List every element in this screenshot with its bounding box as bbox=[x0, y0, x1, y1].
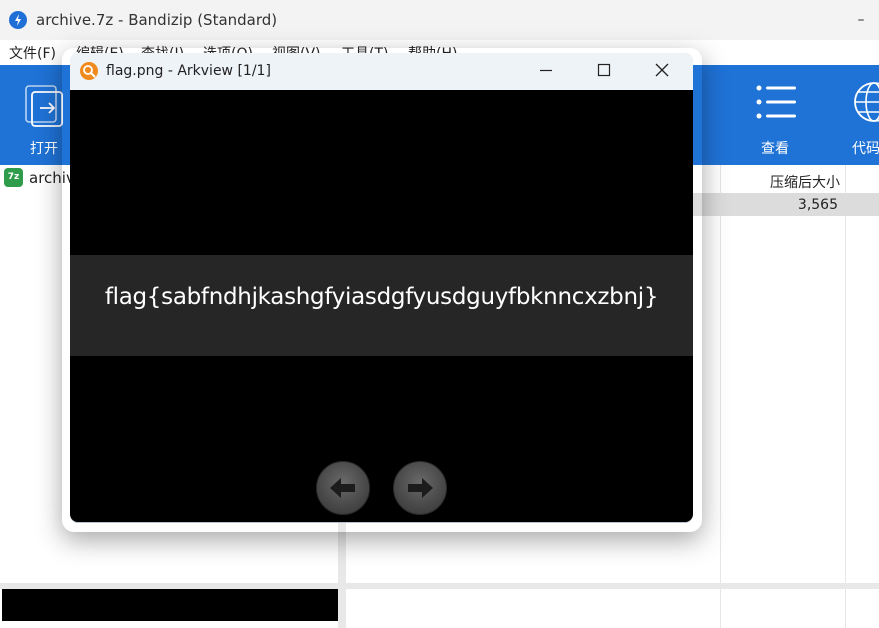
globe-icon[interactable] bbox=[850, 80, 879, 126]
code-button-label[interactable]: 代码 bbox=[852, 138, 879, 158]
column-divider[interactable] bbox=[720, 165, 721, 628]
7z-archive-icon: 7z bbox=[4, 168, 23, 187]
list-view-icon[interactable] bbox=[752, 80, 800, 124]
arrow-left-icon bbox=[330, 478, 355, 498]
next-image-button[interactable] bbox=[393, 461, 447, 515]
arkview-magnifier-icon bbox=[80, 62, 98, 80]
open-button-label[interactable]: 打开 bbox=[30, 138, 58, 158]
view-button-label[interactable]: 查看 bbox=[761, 138, 789, 158]
flag-image-text: flag{sabfndhjkashgfyiasdgfyusdguyfbknncx… bbox=[104, 284, 659, 310]
minimize-button[interactable]: – bbox=[852, 9, 870, 31]
arrow-right-icon bbox=[408, 478, 433, 498]
preview-panel bbox=[2, 589, 338, 621]
arkview-minimize-icon[interactable] bbox=[536, 60, 556, 80]
arkview-maximize-icon[interactable] bbox=[594, 60, 614, 80]
arkview-close-icon[interactable] bbox=[652, 60, 672, 80]
arkview-title: flag.png - Arkview [1/1] bbox=[106, 63, 271, 79]
previous-image-button[interactable] bbox=[316, 461, 370, 515]
column-header-compressed-size[interactable]: 压缩后大小 bbox=[728, 172, 840, 192]
menu-file[interactable]: 文件(F) bbox=[9, 43, 56, 63]
window-title: archive.7z - Bandizip (Standard) bbox=[36, 11, 278, 29]
column-divider[interactable] bbox=[845, 165, 846, 628]
bandizip-app-icon bbox=[9, 11, 27, 29]
cell-compressed-size: 3,565 bbox=[797, 197, 838, 213]
